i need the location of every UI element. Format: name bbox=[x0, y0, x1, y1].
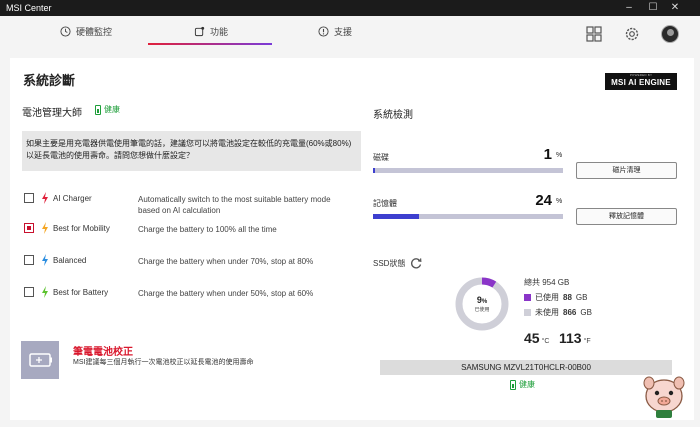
support-icon bbox=[318, 25, 329, 37]
msi-ai-engine-badge: POWERED BY MSI AI ENGINE bbox=[605, 73, 677, 90]
memory-label: 記憶體 bbox=[373, 199, 397, 208]
avatar[interactable] bbox=[661, 25, 679, 43]
tab-hardware-monitor[interactable]: 硬體監控 bbox=[60, 20, 112, 42]
battery-notice: 如果主要是用充電器供電使用筆電的話，建議您可以將電池設定在較低的充電量(60%或… bbox=[22, 131, 361, 171]
unused-swatch bbox=[524, 309, 531, 316]
ssd-temp-fahrenheit: 113 °F bbox=[559, 330, 591, 346]
memory-value: 24 bbox=[535, 192, 552, 209]
ssd-total: 總共 954 GB bbox=[524, 278, 570, 287]
mode-description: Charge the battery when under 50%, stop … bbox=[138, 289, 314, 298]
mode-name: AI Charger bbox=[53, 194, 92, 203]
mode-checkbox[interactable] bbox=[24, 223, 34, 233]
free-memory-button[interactable]: 釋放記憶體 bbox=[576, 208, 677, 225]
mode-name: Best for Battery bbox=[53, 288, 109, 297]
ssd-health-status: 健康 bbox=[510, 379, 535, 390]
mode-description: Charge the battery to 100% all the time bbox=[138, 225, 277, 234]
memory-unit: % bbox=[556, 198, 563, 205]
tab-label: 硬體監控 bbox=[76, 26, 113, 37]
mode-checkbox[interactable] bbox=[24, 193, 34, 203]
ssd-used-legend: 已使用 88 GB bbox=[524, 292, 587, 303]
bolt-icon bbox=[42, 222, 48, 234]
battery-icon bbox=[95, 104, 101, 115]
mode-balanced[interactable]: Balanced Charge the battery when under 7… bbox=[24, 254, 344, 268]
page-title: 系統診斷 bbox=[23, 73, 76, 88]
mode-description: Automatically switch to the most suitabl… bbox=[138, 195, 331, 215]
ssd-model-name: SAMSUNG MZVL21T0HCLR-00B00 bbox=[380, 360, 672, 375]
system-check-title: 系統檢測 bbox=[373, 110, 413, 121]
tab-label: 功能 bbox=[210, 26, 229, 37]
mode-name: Best for Mobility bbox=[53, 224, 110, 233]
mode-best-for-mobility[interactable]: Best for Mobility Charge the battery to … bbox=[24, 222, 344, 236]
bolt-icon bbox=[42, 254, 48, 266]
maximize-button[interactable]: ☐ bbox=[646, 2, 660, 14]
disk-usage-fill bbox=[373, 168, 375, 173]
tab-label: 支援 bbox=[334, 26, 353, 37]
monitor-icon bbox=[60, 25, 71, 37]
ssd-health-icon bbox=[510, 379, 516, 390]
disk-value: 1 bbox=[543, 146, 552, 163]
minimize-button[interactable]: – bbox=[622, 2, 636, 14]
bolt-icon bbox=[42, 192, 48, 204]
battery-section-title: 電池管理大師 bbox=[22, 108, 82, 119]
battery-health-status: 健康 bbox=[95, 104, 120, 115]
features-icon bbox=[194, 26, 205, 36]
mode-best-for-battery[interactable]: Best for Battery Charge the battery when… bbox=[24, 286, 344, 300]
disk-usage-bar bbox=[373, 168, 563, 173]
mode-ai-charger[interactable]: AI Charger Automatically switch to the m… bbox=[24, 192, 344, 215]
title-bar: MSI Center – ☐ ✕ bbox=[0, 0, 700, 16]
mode-name: Balanced bbox=[53, 256, 87, 265]
ssd-used-caption: 已使用 bbox=[474, 307, 490, 313]
disk-label: 磁碟 bbox=[373, 153, 389, 162]
ssd-temp-celsius: 45 °C bbox=[524, 330, 550, 346]
used-swatch bbox=[524, 294, 531, 301]
ssd-status-label: SSD狀態 bbox=[373, 256, 423, 270]
battery-calibration-desc: MSI建議每三個月執行一次電池校正以延長電池的使用壽命 bbox=[73, 359, 254, 366]
disk-unit: % bbox=[556, 152, 563, 159]
mode-description: Charge the battery when under 70%, stop … bbox=[138, 257, 314, 266]
memory-usage-bar bbox=[373, 214, 563, 219]
active-tab-indicator bbox=[148, 43, 272, 45]
ssd-unused-legend: 未使用 866 GB bbox=[524, 307, 592, 318]
battery-calibration-icon[interactable] bbox=[21, 341, 59, 379]
gear-icon[interactable] bbox=[623, 25, 641, 43]
disk-cleanup-button[interactable]: 磁片清理 bbox=[576, 162, 677, 179]
mode-checkbox[interactable] bbox=[24, 287, 34, 297]
battery-calibration-title[interactable]: 筆電電池校正 bbox=[73, 343, 133, 358]
mascot-watermark-icon bbox=[643, 376, 685, 418]
tab-features[interactable]: 功能 bbox=[194, 20, 228, 42]
memory-usage-fill bbox=[373, 214, 419, 219]
close-button[interactable]: ✕ bbox=[668, 2, 682, 14]
tab-support[interactable]: 支援 bbox=[318, 20, 352, 42]
refresh-icon[interactable] bbox=[409, 256, 423, 270]
ssd-donut-center: 9% 已使用 bbox=[470, 295, 494, 313]
mode-checkbox[interactable] bbox=[24, 255, 34, 265]
app-title: MSI Center bbox=[6, 3, 52, 13]
bolt-icon bbox=[42, 286, 48, 298]
grid-icon[interactable] bbox=[585, 25, 603, 43]
